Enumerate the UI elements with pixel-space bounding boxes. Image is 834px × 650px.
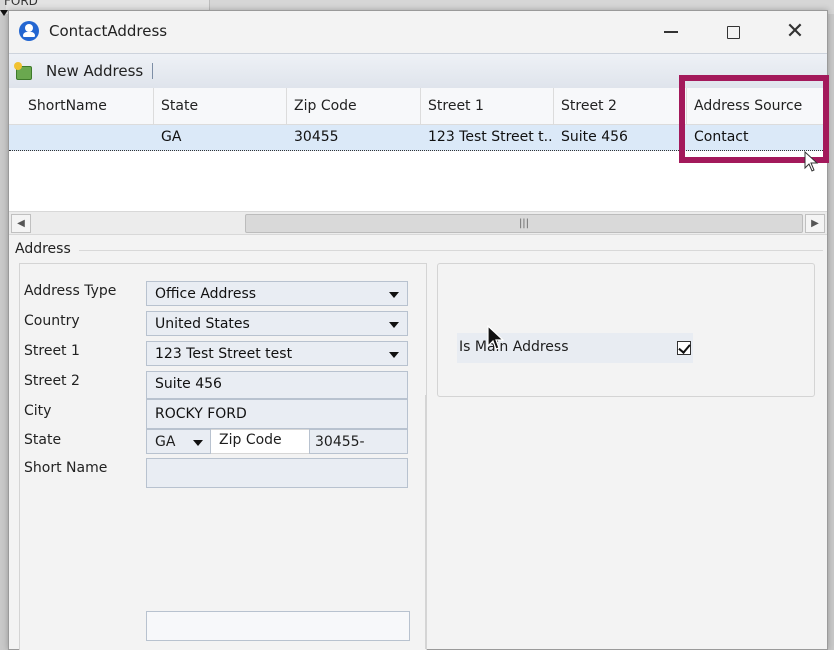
street-1-value: 123 Test Street test	[155, 346, 293, 362]
zip-code-field[interactable]: 30455-	[309, 429, 408, 454]
column-header-zip-code[interactable]: Zip Code	[287, 88, 421, 124]
chevron-down-icon[interactable]	[193, 440, 203, 446]
chevron-down-icon[interactable]	[389, 322, 399, 328]
resize-pointer-icon	[804, 150, 820, 177]
address-type-dropdown[interactable]: Office Address	[146, 281, 408, 306]
column-header-state[interactable]: State	[154, 88, 287, 124]
close-button[interactable]: ✕	[772, 17, 818, 47]
state-label: State	[24, 432, 62, 448]
title-bar: ContactAddress ✕	[9, 11, 827, 51]
address-type-value: Office Address	[155, 286, 257, 302]
city-label: City	[24, 403, 52, 419]
cell-shortname[interactable]	[21, 125, 154, 150]
country-dropdown[interactable]: United States	[146, 311, 408, 336]
scroll-right-icon[interactable]: ▶	[805, 214, 825, 233]
country-value: United States	[155, 316, 250, 332]
minimize-icon	[664, 31, 678, 33]
chevron-down-icon[interactable]	[389, 292, 399, 298]
city-field[interactable]: ROCKY FORD	[146, 399, 408, 429]
right-lower-panel	[425, 395, 828, 649]
state-value: GA	[155, 434, 176, 450]
scroll-left-icon[interactable]: ◀	[11, 214, 31, 233]
window-title: ContactAddress	[49, 22, 168, 40]
zip-code-label-box: Zip Code	[211, 429, 309, 454]
street-2-value: Suite 456	[155, 376, 222, 392]
short-name-field[interactable]	[146, 458, 408, 488]
is-main-address-label: Is Main Address	[459, 339, 569, 355]
column-header-street-1[interactable]: Street 1	[421, 88, 554, 124]
cell-state[interactable]: GA	[154, 125, 287, 150]
address-group-title: Address	[15, 241, 75, 257]
new-address-icon[interactable]	[14, 62, 32, 80]
cell-zip-code[interactable]: 30455	[287, 125, 421, 150]
background-dropdown-arrow-icon	[0, 10, 8, 16]
chevron-down-icon[interactable]	[389, 352, 399, 358]
minimize-button[interactable]	[648, 17, 694, 47]
bottom-input-field[interactable]	[146, 611, 410, 641]
is-main-address-checkbox[interactable]	[677, 341, 691, 355]
zip-code-value: 30455-	[315, 434, 365, 450]
background-text: FORD	[4, 0, 38, 8]
maximize-button[interactable]	[710, 17, 756, 47]
app-contact-icon	[19, 21, 39, 41]
address-type-label: Address Type	[24, 283, 117, 299]
scrollbar-thumb[interactable]: |||	[245, 214, 803, 233]
city-value: ROCKY FORD	[155, 406, 247, 422]
zip-code-label: Zip Code	[219, 432, 282, 448]
column-header-shortname[interactable]: ShortName	[21, 88, 154, 124]
address-source-highlight	[679, 75, 829, 163]
group-divider	[79, 250, 823, 251]
contact-address-window: ContactAddress ✕ New Address ShortName S…	[8, 10, 829, 650]
country-label: Country	[24, 313, 80, 329]
new-address-button[interactable]: New Address	[46, 62, 143, 80]
horizontal-scrollbar[interactable]: ◀ ||| ▶	[9, 211, 827, 235]
toolbar-separator	[152, 63, 153, 79]
cell-street-2[interactable]: Suite 456	[554, 125, 687, 150]
street-1-label: Street 1	[24, 343, 80, 359]
street-1-dropdown[interactable]: 123 Test Street test	[146, 341, 408, 366]
row-indicator	[9, 125, 21, 150]
maximize-icon	[726, 25, 740, 39]
street-2-label: Street 2	[24, 373, 80, 389]
cell-street-1[interactable]: 123 Test Street t...	[421, 125, 554, 150]
state-dropdown[interactable]: GA	[146, 429, 211, 454]
short-name-label: Short Name	[24, 460, 108, 476]
street-2-field[interactable]: Suite 456	[146, 371, 408, 399]
column-header-street-2[interactable]: Street 2	[554, 88, 687, 124]
